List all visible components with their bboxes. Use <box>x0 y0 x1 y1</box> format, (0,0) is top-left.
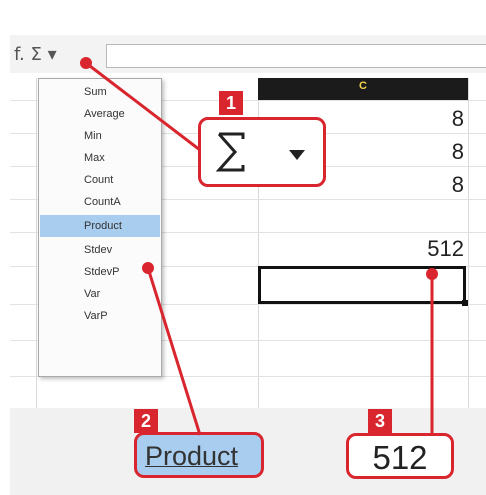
callout-pointers <box>80 57 438 436</box>
